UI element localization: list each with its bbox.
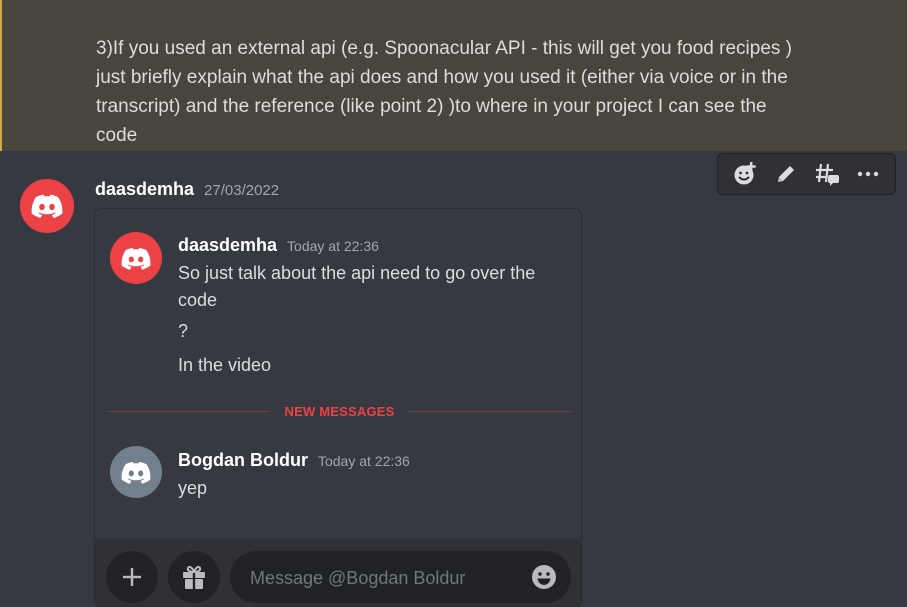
avatar[interactable] — [20, 179, 74, 233]
quoted-line: 3)If you used an external api (e.g. Spoo… — [96, 38, 792, 59]
add-reaction-button[interactable] — [727, 156, 763, 192]
emoji-icon — [532, 565, 556, 589]
add-attachment-button[interactable] — [106, 551, 158, 603]
more-options-button[interactable] — [850, 156, 886, 192]
discord-logo-icon — [31, 194, 63, 218]
message-input[interactable] — [248, 551, 522, 605]
author-name[interactable]: daasdemha — [95, 179, 194, 200]
timestamp: 27/03/2022 — [204, 182, 280, 199]
message-text: ? — [178, 321, 189, 341]
message-text: So just talk about the api need to go ov… — [178, 263, 536, 310]
create-thread-button[interactable] — [809, 156, 845, 192]
new-messages-divider: NEW MESSAGES — [107, 404, 572, 420]
discord-logo-icon — [121, 247, 151, 270]
author-name: daasdemha — [178, 235, 278, 255]
gift-icon — [183, 565, 205, 589]
message-text: In the video — [178, 355, 272, 375]
divider-label: NEW MESSAGES — [284, 404, 395, 419]
add-reaction-icon — [734, 162, 756, 185]
quoted-line: transcript) and the reference (like poin… — [96, 96, 767, 117]
message-input-container — [230, 551, 571, 605]
edit-icon — [777, 166, 794, 182]
gift-button[interactable] — [168, 551, 220, 603]
avatar — [110, 232, 162, 284]
edit-button[interactable] — [768, 156, 804, 192]
message-text: yep — [178, 478, 208, 498]
quoted-line: just briefly explain what the api does a… — [96, 67, 788, 88]
plus-icon — [123, 568, 141, 586]
quoted-message: 3)If you used an external api (e.g. Spoo… — [0, 0, 907, 151]
timestamp: Today at 22:36 — [287, 238, 379, 254]
thread-icon — [816, 163, 840, 186]
more-icon — [858, 171, 879, 177]
timestamp: Today at 22:36 — [317, 453, 410, 469]
message-header: daasdemha 27/03/2022 — [95, 179, 279, 200]
avatar — [110, 446, 162, 498]
message-header: Bogdan Boldur Today at 22:36 — [178, 450, 410, 471]
author-name: Bogdan Boldur — [178, 450, 308, 470]
quoted-message-text: 3)If you used an external api (e.g. Spoo… — [96, 34, 876, 150]
message-hover-toolbar — [717, 153, 896, 195]
discord-logo-icon — [121, 461, 151, 484]
message-header: daasdemha Today at 22:36 — [178, 235, 379, 256]
emoji-picker-button[interactable] — [531, 564, 557, 590]
quoted-line: code — [96, 125, 138, 146]
